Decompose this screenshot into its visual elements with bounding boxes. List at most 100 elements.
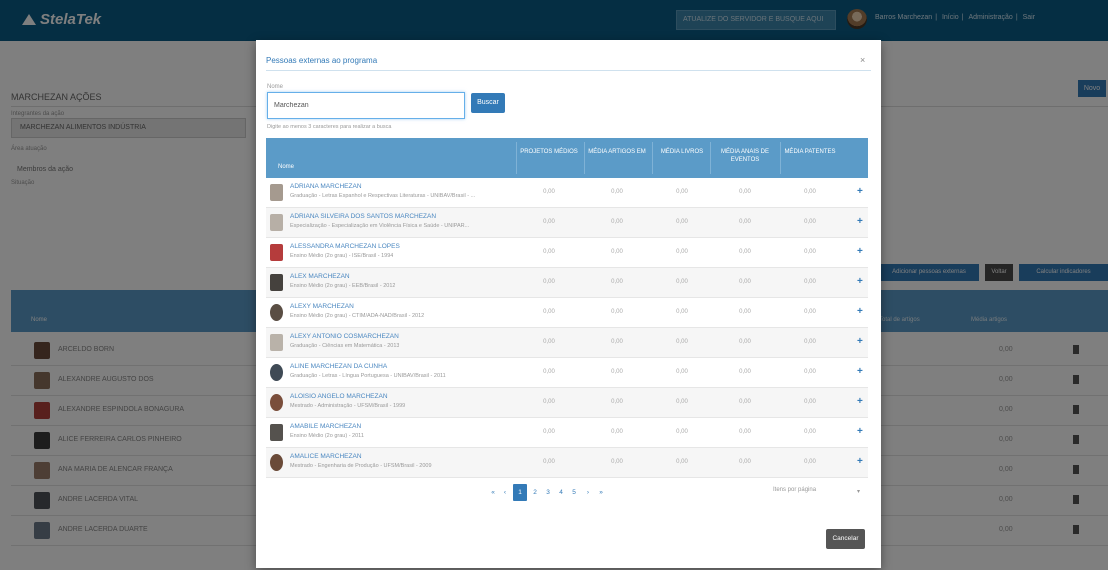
avatar [270, 394, 283, 411]
value-livros: 0,00 [676, 429, 688, 435]
col-projetos[interactable]: PROJETOS MÉDIOS [520, 148, 578, 156]
value-livros: 0,00 [676, 249, 688, 255]
add-icon[interactable]: + [857, 276, 863, 287]
person-name[interactable]: ALOISIO ANGELO MARCHEZAN [290, 393, 388, 400]
person-degree: Ensino Médio (2o grau) - ISE/Brasil - 19… [290, 253, 394, 259]
person-name[interactable]: AMABILE MARCHEZAN [290, 423, 361, 430]
avatar [270, 304, 283, 321]
page-5-button[interactable]: 5 [567, 484, 581, 501]
value-patentes: 0,00 [804, 369, 816, 375]
value-projetos: 0,00 [543, 429, 555, 435]
page-1-button[interactable]: 1 [513, 484, 527, 501]
avatar [270, 244, 283, 261]
value-livros: 0,00 [676, 279, 688, 285]
value-projetos: 0,00 [543, 189, 555, 195]
value-projetos: 0,00 [543, 459, 555, 465]
person-degree: Graduação - Letras - Língua Portuguesa -… [290, 373, 446, 379]
name-search-input[interactable] [267, 92, 465, 119]
value-projetos: 0,00 [543, 249, 555, 255]
person-name[interactable]: ALEXY MARCHEZAN [290, 303, 354, 310]
next-page-button[interactable]: › [581, 484, 595, 501]
add-icon[interactable]: + [857, 186, 863, 197]
add-icon[interactable]: + [857, 306, 863, 317]
items-per-page-select[interactable]: Itens por página ▾ [773, 487, 863, 501]
external-people-modal: Pessoas externas ao programa × Nome Busc… [256, 40, 881, 568]
value-artigos: 0,00 [611, 429, 623, 435]
value-patentes: 0,00 [804, 189, 816, 195]
value-anais: 0,00 [739, 429, 751, 435]
value-patentes: 0,00 [804, 399, 816, 405]
value-patentes: 0,00 [804, 459, 816, 465]
page-4-button[interactable]: 4 [554, 484, 568, 501]
col-anais[interactable]: MÉDIA ANAIS DE EVENTOS [711, 148, 779, 164]
table-row: ALOISIO ANGELO MARCHEZAN Mestrado - Admi… [266, 388, 868, 418]
person-name[interactable]: ALINE MARCHEZAN DA CUNHA [290, 363, 387, 370]
table-row: ALEXY ANTONIO COSMARCHEZAN Graduação - C… [266, 328, 868, 358]
person-name[interactable]: ALEXY ANTONIO COSMARCHEZAN [290, 333, 399, 340]
value-anais: 0,00 [739, 339, 751, 345]
avatar [270, 214, 283, 231]
add-icon[interactable]: + [857, 246, 863, 257]
value-anais: 0,00 [739, 219, 751, 225]
value-artigos: 0,00 [611, 279, 623, 285]
value-anais: 0,00 [739, 279, 751, 285]
add-icon[interactable]: + [857, 336, 863, 347]
search-button[interactable]: Buscar [471, 93, 505, 113]
value-livros: 0,00 [676, 339, 688, 345]
value-anais: 0,00 [739, 399, 751, 405]
person-degree: Mestrado - Engenharia de Produção - UFSM… [290, 463, 432, 469]
last-page-button[interactable]: » [594, 484, 608, 501]
value-projetos: 0,00 [543, 309, 555, 315]
col-nome[interactable]: Nome [278, 163, 294, 171]
page-2-button[interactable]: 2 [528, 484, 542, 501]
page-3-button[interactable]: 3 [541, 484, 555, 501]
items-per-page-label: Itens por página [773, 487, 817, 493]
table-row: AMABILE MARCHEZAN Ensino Médio (2o grau)… [266, 418, 868, 448]
value-artigos: 0,00 [611, 459, 623, 465]
add-icon[interactable]: + [857, 426, 863, 437]
close-icon[interactable]: × [860, 55, 865, 65]
person-degree: Graduação - Ciências em Matemática - 201… [290, 343, 400, 349]
avatar [270, 364, 283, 381]
add-icon[interactable]: + [857, 216, 863, 227]
person-degree: Graduação - Letras Espanhol e Respectiva… [290, 193, 476, 199]
table-row: ADRIANA SILVEIRA DOS SANTOS MARCHEZAN Es… [266, 208, 868, 238]
person-name[interactable]: ADRIANA SILVEIRA DOS SANTOS MARCHEZAN [290, 213, 436, 220]
value-anais: 0,00 [739, 369, 751, 375]
person-name[interactable]: AMALICE MARCHEZAN [290, 453, 362, 460]
avatar [270, 184, 283, 201]
cancel-button[interactable]: Cancelar [826, 529, 865, 549]
value-patentes: 0,00 [804, 429, 816, 435]
person-degree: Ensino Médio (2o grau) - CTIM/ADA-NAD/Br… [290, 313, 425, 319]
value-projetos: 0,00 [543, 279, 555, 285]
prev-page-button[interactable]: ‹ [498, 484, 512, 501]
value-patentes: 0,00 [804, 339, 816, 345]
table-row: ALINE MARCHEZAN DA CUNHA Graduação - Let… [266, 358, 868, 388]
name-field-label: Nome [267, 84, 284, 90]
divider [780, 142, 781, 174]
col-artigos[interactable]: MÉDIA ARTIGOS EM [588, 148, 646, 156]
col-patentes[interactable]: MÉDIA PATENTES [782, 148, 838, 156]
table-row: ALESSANDRA MARCHEZAN LOPES Ensino Médio … [266, 238, 868, 268]
person-name[interactable]: ALEX MARCHEZAN [290, 273, 350, 280]
value-patentes: 0,00 [804, 309, 816, 315]
divider [584, 142, 585, 174]
results-table-header: Nome PROJETOS MÉDIOS MÉDIA ARTIGOS EM MÉ… [266, 138, 868, 178]
value-artigos: 0,00 [611, 249, 623, 255]
table-row: ALEX MARCHEZAN Ensino Médio (2o grau) - … [266, 268, 868, 298]
modal-title: Pessoas externas ao programa [266, 56, 378, 65]
value-artigos: 0,00 [611, 309, 623, 315]
col-livros[interactable]: MÉDIA LIVROS [656, 148, 708, 156]
value-anais: 0,00 [739, 249, 751, 255]
value-artigos: 0,00 [611, 219, 623, 225]
add-icon[interactable]: + [857, 396, 863, 407]
add-icon[interactable]: + [857, 456, 863, 467]
person-name[interactable]: ALESSANDRA MARCHEZAN LOPES [290, 243, 400, 250]
value-artigos: 0,00 [611, 369, 623, 375]
person-name[interactable]: ADRIANA MARCHEZAN [290, 183, 362, 190]
results-table: Nome PROJETOS MÉDIOS MÉDIA ARTIGOS EM MÉ… [266, 138, 868, 478]
value-anais: 0,00 [739, 459, 751, 465]
avatar [270, 424, 283, 441]
value-artigos: 0,00 [611, 189, 623, 195]
add-icon[interactable]: + [857, 366, 863, 377]
